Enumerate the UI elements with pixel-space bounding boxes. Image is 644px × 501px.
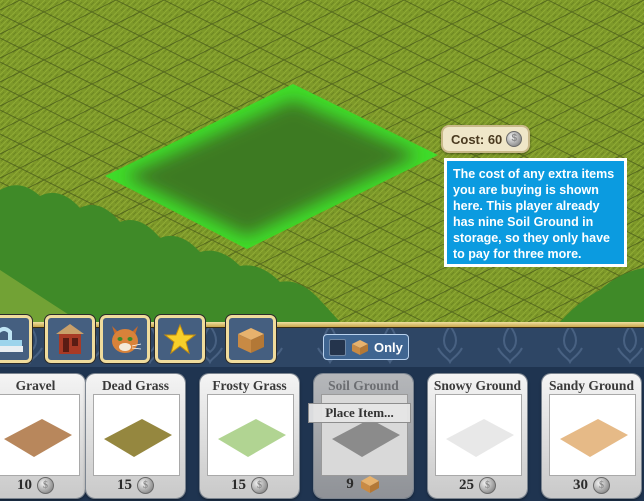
item-name: Soil Ground (328, 378, 399, 393)
item-price: 10 (0, 477, 85, 494)
item-card[interactable]: Soil Ground 9 Place Item... (308, 374, 413, 498)
box-icon (352, 340, 368, 355)
tile-swatch (4, 419, 72, 457)
item-thumbnail (0, 394, 80, 476)
fountain-icon (0, 327, 23, 352)
item-price: 15 (200, 477, 299, 494)
item-card[interactable]: Frosty Grass 15 (200, 374, 299, 498)
category-fountains-button[interactable] (0, 315, 32, 363)
silver-coin-icon (37, 477, 54, 494)
box-icon (360, 476, 379, 493)
cost-badge: Cost: 60 (441, 125, 531, 153)
category-specials-button[interactable] (155, 315, 205, 363)
tile-shape (218, 419, 286, 457)
item-price: 25 (428, 477, 527, 494)
toolbar-border (0, 322, 644, 328)
cat-icon (112, 326, 142, 353)
price-value: 15 (117, 477, 132, 493)
place-item-button[interactable]: Place Item... (308, 403, 411, 423)
item-name: Frosty Grass (212, 378, 287, 393)
tile-swatch (560, 419, 628, 457)
category-pets-button[interactable] (100, 315, 150, 363)
box-icon (238, 328, 264, 353)
tile-shape (560, 419, 628, 457)
item-card[interactable]: Dead Grass 15 (86, 374, 185, 498)
silver-coin-icon (251, 477, 268, 494)
item-card[interactable]: Snowy Ground 25 (428, 374, 527, 498)
item-thumbnail (435, 394, 522, 476)
cost-label: Cost: 60 (451, 131, 503, 147)
game-world[interactable]: Cost: 60 The cost of any extra items you… (0, 0, 644, 330)
storage-only-checkbox[interactable] (329, 338, 346, 356)
category-storage-button[interactable] (226, 315, 276, 363)
silver-coin-icon (479, 477, 496, 494)
build-toolbar: Only Gravel 10 Dead Grass 15 Frosty Gras… (0, 315, 644, 501)
price-value: 15 (231, 477, 246, 493)
storage-only-toggle[interactable]: Only (323, 334, 409, 360)
category-buildings-button[interactable] (45, 315, 95, 363)
price-value: 10 (17, 477, 32, 493)
item-thumbnail (207, 394, 294, 476)
price-value: 25 (459, 477, 474, 493)
gazebo-icon (56, 324, 84, 354)
item-thumbnail (93, 394, 180, 476)
item-thumbnail (549, 394, 636, 476)
item-card[interactable]: Gravel 10 (0, 374, 85, 498)
item-price: 9 (314, 474, 413, 494)
tile-shape (4, 419, 72, 457)
silver-coin-icon (506, 131, 523, 147)
item-price: 15 (86, 477, 185, 494)
item-name: Sandy Ground (549, 378, 634, 393)
item-card[interactable]: Sandy Ground 30 (542, 374, 641, 498)
silver-coin-icon (137, 477, 154, 494)
silver-coin-icon (593, 477, 610, 494)
tile-shape (104, 419, 172, 457)
tile-swatch (446, 419, 514, 457)
price-value: 30 (573, 477, 588, 493)
item-name: Dead Grass (101, 378, 170, 393)
item-name: Gravel (15, 378, 56, 393)
star-icon (163, 323, 197, 355)
item-price: 30 (542, 477, 641, 494)
tile-swatch (104, 419, 172, 457)
tutorial-callout: The cost of any extra items you are buyi… (444, 158, 627, 267)
storage-only-label: Only (374, 339, 403, 355)
tile-shape (332, 419, 400, 457)
tile-shape (446, 419, 514, 457)
tile-swatch (218, 419, 286, 457)
item-name: Snowy Ground (433, 378, 522, 393)
price-value: 9 (346, 475, 354, 492)
